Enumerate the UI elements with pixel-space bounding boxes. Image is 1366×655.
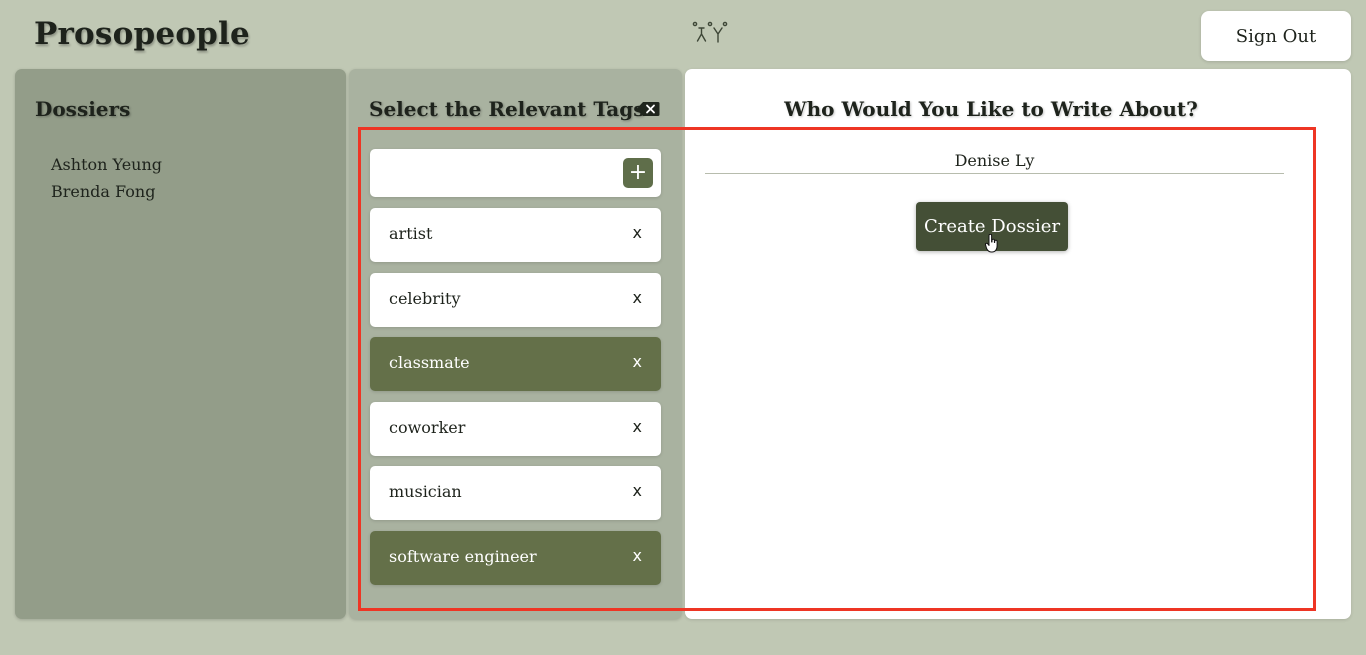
person-name-input[interactable] bbox=[705, 147, 1284, 174]
tags-title: Select the Relevant Tags bbox=[369, 97, 645, 121]
remove-tag-button[interactable]: x bbox=[633, 288, 642, 307]
dossiers-title: Dossiers bbox=[35, 97, 131, 121]
create-dossier-button[interactable]: Create Dossier bbox=[916, 202, 1068, 251]
brand-title: Prosopeople bbox=[34, 16, 250, 52]
remove-tag-button[interactable]: x bbox=[633, 352, 642, 371]
dossiers-panel: Dossiers Ashton Yeung Brenda Fong bbox=[15, 69, 346, 619]
remove-tag-button[interactable]: x bbox=[633, 417, 642, 436]
tag-label: software engineer bbox=[389, 546, 537, 566]
tag-item-coworker[interactable]: coworker x bbox=[370, 401, 661, 456]
tags-panel: Select the Relevant Tags + artist x cele… bbox=[349, 69, 682, 619]
tag-item-musician[interactable]: musician x bbox=[370, 466, 661, 521]
tag-label: celebrity bbox=[389, 288, 461, 308]
tag-list: artist x celebrity x classmate x coworke… bbox=[370, 208, 661, 596]
people-logo-icon bbox=[692, 21, 728, 43]
remove-tag-button[interactable]: x bbox=[633, 546, 642, 565]
tag-label: coworker bbox=[389, 417, 466, 437]
tag-item-software-engineer[interactable]: software engineer x bbox=[370, 530, 661, 585]
new-tag-input[interactable] bbox=[370, 149, 610, 197]
tag-item-celebrity[interactable]: celebrity x bbox=[370, 272, 661, 327]
tag-label: classmate bbox=[389, 353, 470, 373]
remove-tag-button[interactable]: x bbox=[633, 223, 642, 242]
tag-item-classmate[interactable]: classmate x bbox=[370, 337, 661, 392]
sign-out-button[interactable]: Sign Out bbox=[1201, 11, 1351, 61]
new-tag-row: + bbox=[370, 149, 661, 197]
write-about-title: Who Would You Like to Write About? bbox=[784, 97, 1198, 121]
tag-label: musician bbox=[389, 482, 462, 502]
tag-item-artist[interactable]: artist x bbox=[370, 208, 661, 262]
plus-icon[interactable]: + bbox=[623, 158, 653, 188]
remove-tag-button[interactable]: x bbox=[633, 481, 642, 500]
dossier-item[interactable]: Brenda Fong bbox=[51, 178, 162, 205]
tag-label: artist bbox=[389, 224, 433, 243]
dossier-list: Ashton Yeung Brenda Fong bbox=[51, 151, 162, 205]
write-about-panel: Who Would You Like to Write About? Creat… bbox=[685, 69, 1351, 619]
backspace-icon[interactable] bbox=[636, 101, 660, 117]
dossier-item[interactable]: Ashton Yeung bbox=[51, 151, 162, 178]
